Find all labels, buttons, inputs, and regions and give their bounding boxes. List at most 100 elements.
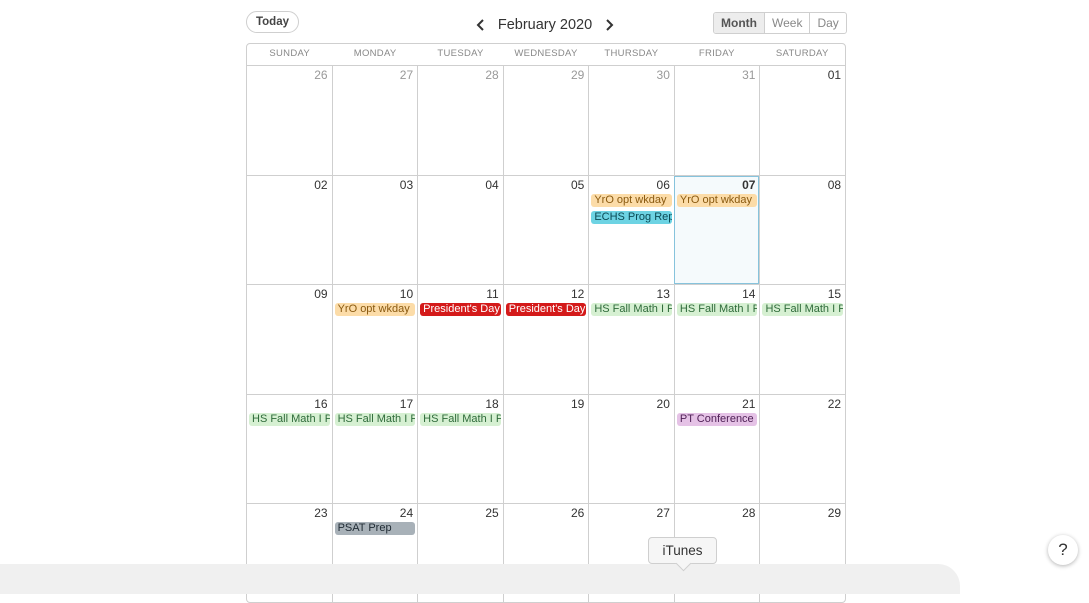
day-cell[interactable]: 13 HS Fall Math I Pre	[588, 285, 674, 394]
day-number: 04	[485, 177, 499, 192]
calendar-event[interactable]: YrO opt wkday	[334, 303, 416, 316]
day-cell[interactable]: 21 PT Conference	[673, 394, 760, 503]
day-cell[interactable]: 08	[759, 175, 845, 284]
day-cell[interactable]: 20	[588, 394, 674, 503]
view-month-button[interactable]: Month	[714, 13, 764, 33]
day-number: 28	[742, 506, 756, 520]
calendar-event[interactable]: HS Fall Math I Pre	[591, 303, 672, 316]
day-number: 16	[314, 396, 328, 411]
day-number: 03	[399, 177, 414, 192]
today-button[interactable]: Today	[246, 11, 299, 33]
help-button[interactable]: ?	[1048, 535, 1078, 565]
day-cell[interactable]: 17HS Fall Math I Pre	[331, 394, 418, 503]
day-cell[interactable]: 19	[502, 394, 589, 503]
day-number: 24	[399, 506, 414, 520]
day-cell[interactable]: 11 President's Day	[417, 285, 503, 394]
day-number: 30	[656, 68, 670, 82]
dock-bar	[0, 564, 960, 594]
day-number: 18	[485, 396, 499, 411]
day-number: 06	[656, 177, 670, 192]
day-number: 25	[485, 506, 499, 520]
day-number: 23	[314, 506, 328, 520]
day-cell[interactable]: 02	[247, 176, 332, 285]
next-month-button[interactable]	[598, 14, 620, 36]
day-number: 21	[742, 396, 756, 411]
calendar-event[interactable]: President's Day	[420, 303, 501, 316]
day-cell[interactable]: 09	[247, 285, 332, 394]
month-navigation: February 2020	[470, 13, 620, 37]
calendar-event[interactable]: HS Fall Math I Pre	[249, 412, 330, 426]
calendar-event[interactable]: ECHS Prog Rep	[591, 210, 672, 224]
calendar-grid: 26 27 28 29 30 31 01 02 03 04 05 06 YrO opt wkday ECH…	[247, 66, 845, 602]
view-day-button[interactable]: Day	[809, 13, 845, 33]
day-number: 11	[486, 287, 499, 301]
day-cell[interactable]: 10 YrO opt wkday	[331, 285, 418, 394]
day-cell[interactable]: 31	[673, 66, 760, 175]
day-cell[interactable]: 04	[417, 175, 503, 284]
calendar-event[interactable]: President's Day	[505, 303, 587, 316]
day-cell[interactable]: 29	[502, 66, 589, 175]
day-cell[interactable]: 22	[759, 394, 845, 503]
day-number: 07	[742, 177, 756, 192]
view-switcher: Month Week Day	[713, 12, 847, 34]
weekday-label: SATURDAY	[775, 48, 829, 59]
chevron-left-icon	[476, 19, 484, 31]
calendar-event[interactable]: HS Fall Math I Pre	[334, 412, 416, 426]
day-number: 29	[827, 506, 842, 520]
day-cell[interactable]: 18HS Fall Math I Pre	[417, 394, 503, 503]
weekday-label: SUNDAY	[269, 48, 311, 59]
day-number: 22	[827, 396, 842, 411]
day-cell[interactable]: 06 YrO opt wkday ECHS Prog Rep	[588, 175, 674, 284]
calendar-event[interactable]: YrO opt wkday	[591, 193, 672, 207]
weekday-label: FRIDAY	[698, 48, 735, 59]
week-row: 02 03 04 05 06 YrO opt wkday ECHS Prog Rep 07 Yr…	[247, 175, 845, 285]
day-number: 09	[314, 287, 328, 301]
prev-month-button[interactable]	[470, 14, 492, 36]
month-title: February 2020	[497, 17, 593, 33]
calendar-event[interactable]: HS Fall Math I Pre	[762, 303, 844, 316]
day-number: 01	[827, 68, 842, 82]
day-number: 28	[485, 68, 499, 82]
day-number: 27	[399, 68, 414, 82]
chevron-right-icon	[606, 19, 614, 31]
day-number: 14	[742, 287, 756, 301]
day-number: 10	[399, 287, 414, 301]
day-number: 19	[570, 396, 585, 411]
day-cell[interactable]: 14 HS Fall Math I Pre	[673, 285, 760, 394]
weekday-label: MONDAY	[353, 48, 397, 59]
day-number: 02	[314, 177, 328, 192]
day-cell[interactable]: 01	[759, 66, 845, 175]
week-row: 09 10 YrO opt wkday 11 President's Day 12 Pres…	[247, 285, 845, 395]
weekday-label: TUESDAY	[437, 48, 484, 59]
weekday-label: THURSDAY	[604, 48, 659, 59]
calendar-event[interactable]: YrO opt wkday	[676, 193, 758, 207]
weekday-header: SUNDAY MONDAY TUESDAY WEDNESDAY THURSDAY…	[247, 44, 845, 66]
day-number: 05	[570, 177, 585, 192]
calendar-event[interactable]: PT Conference	[676, 412, 758, 426]
day-number: 26	[570, 506, 585, 520]
day-number: 31	[742, 68, 756, 82]
day-cell[interactable]: 28	[417, 66, 503, 175]
day-number: 26	[314, 68, 328, 82]
day-number: 20	[656, 396, 670, 411]
day-number: 13	[656, 287, 670, 301]
day-cell[interactable]: 26	[247, 66, 332, 175]
calendar-event[interactable]: HS Fall Math I Pre	[676, 303, 758, 316]
day-cell[interactable]: 30	[588, 66, 674, 175]
view-week-button[interactable]: Week	[763, 13, 809, 33]
day-cell[interactable]: 27	[331, 66, 418, 175]
week-row: 26 27 28 29 30 31 01	[247, 66, 845, 176]
day-cell[interactable]: 03	[331, 175, 418, 284]
day-number: 15	[827, 287, 842, 301]
weekday-label: WEDNESDAY	[514, 48, 578, 59]
day-number: 17	[399, 396, 414, 411]
day-cell-today[interactable]: 07 YrO opt wkday	[673, 175, 760, 284]
day-cell[interactable]: 16HS Fall Math I Pre	[247, 395, 332, 504]
day-cell[interactable]: 15 HS Fall Math I Pre	[759, 285, 845, 394]
day-cell[interactable]: 12 President's Day	[502, 285, 589, 394]
day-cell[interactable]: 05	[502, 175, 589, 284]
calendar-event[interactable]: HS Fall Math I Pre	[420, 412, 501, 426]
calendar-event[interactable]: PSAT Prep	[334, 522, 416, 535]
day-number: 29	[570, 68, 585, 82]
month-calendar: SUNDAY MONDAY TUESDAY WEDNESDAY THURSDAY…	[246, 43, 846, 603]
